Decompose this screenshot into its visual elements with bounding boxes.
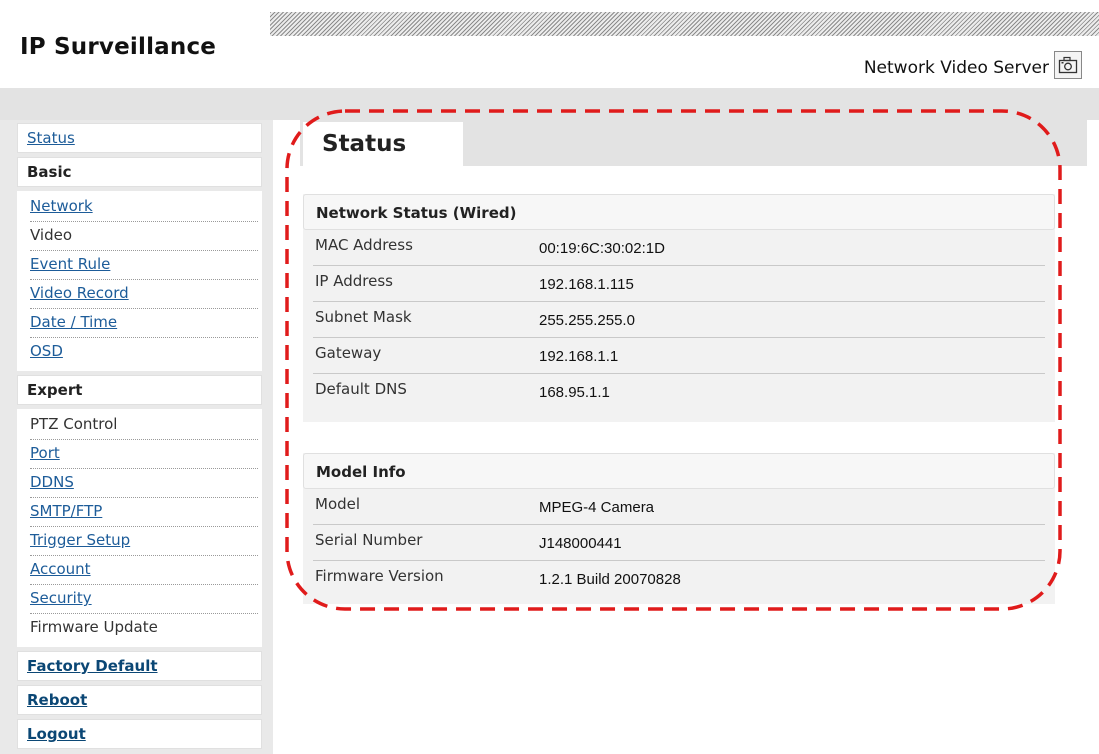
sidebar-group-expert: PTZ Control Port DDNS SMTP/FTP Trigger S… bbox=[17, 409, 262, 647]
reboot-link[interactable]: Reboot bbox=[17, 685, 262, 715]
sidebar-item-video-record[interactable]: Video Record bbox=[30, 280, 258, 309]
sidebar-item-smtp-ftp[interactable]: SMTP/FTP bbox=[30, 498, 258, 527]
sidebar-item-firmware-update[interactable]: Firmware Update bbox=[30, 614, 258, 643]
logout-link[interactable]: Logout bbox=[17, 719, 262, 749]
sidebar-item-event-rule[interactable]: Event Rule bbox=[30, 251, 258, 280]
sidebar-item-video[interactable]: Video bbox=[30, 222, 258, 251]
sidebar-item-network[interactable]: Network bbox=[30, 193, 258, 222]
server-title: Network Video Server bbox=[863, 58, 1049, 78]
sidebar-item-ptz-control[interactable]: PTZ Control bbox=[30, 411, 258, 440]
brand-title: IP Surveillance bbox=[20, 34, 217, 60]
sidebar-item-ddns[interactable]: DDNS bbox=[30, 469, 258, 498]
sidebar-item-osd[interactable]: OSD bbox=[30, 338, 258, 367]
camera-icon[interactable] bbox=[1054, 51, 1082, 79]
sidebar-item-account[interactable]: Account bbox=[30, 556, 258, 585]
header-hatch-bar bbox=[270, 12, 1099, 36]
camera-icon-glyph bbox=[1058, 56, 1078, 74]
sidebar-nav: Status Basic Network Video Event Rule Vi… bbox=[17, 123, 262, 753]
sidebar-item-port[interactable]: Port bbox=[30, 440, 258, 469]
highlight-dashed-outline bbox=[285, 109, 1062, 611]
sidebar-group-basic: Network Video Event Rule Video Record Da… bbox=[17, 191, 262, 371]
sidebar-item-security[interactable]: Security bbox=[30, 585, 258, 614]
sidebar-item-trigger-setup[interactable]: Trigger Setup bbox=[30, 527, 258, 556]
factory-default-link[interactable]: Factory Default bbox=[17, 651, 262, 681]
sidebar-item-date-time[interactable]: Date / Time bbox=[30, 309, 258, 338]
sidebar-heading-expert: Expert bbox=[17, 375, 262, 405]
sidebar-heading-basic: Basic bbox=[17, 157, 262, 187]
sidebar-item-status[interactable]: Status bbox=[17, 123, 262, 153]
